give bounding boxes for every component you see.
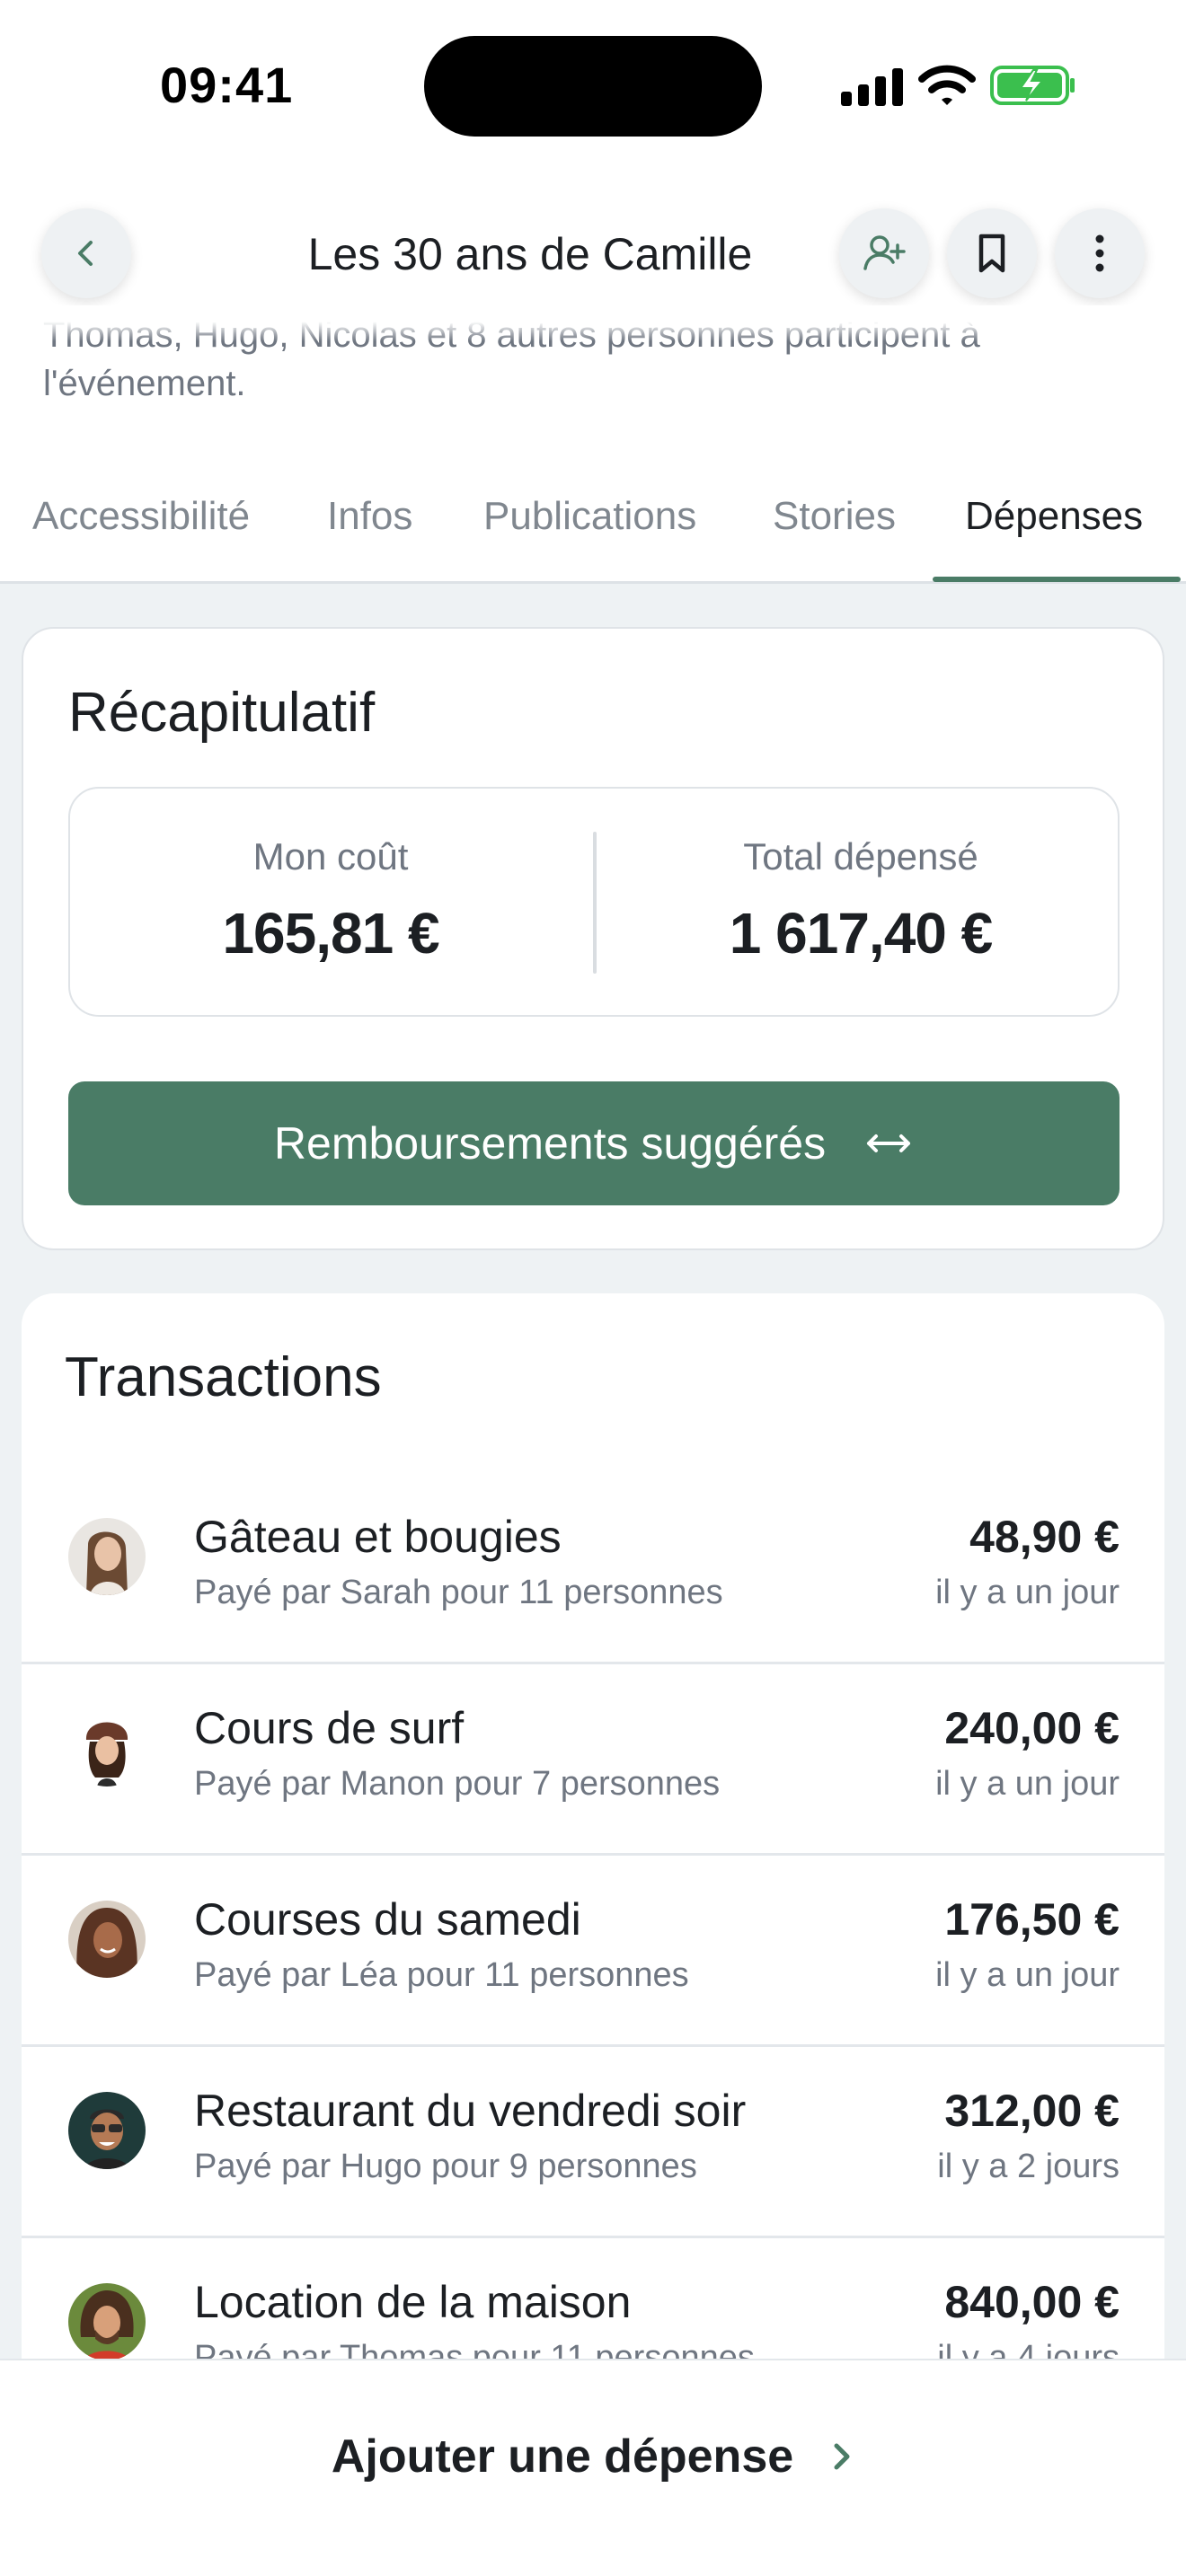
status-bar: 09:41 [0,0,1186,171]
dynamic-island [424,36,762,137]
transactions-title: Transactions [65,1346,382,1408]
transaction-payer: Payé par Hugo pour 9 personnes [194,2148,697,2185]
tab-publications[interactable]: Publications [483,494,696,539]
back-button[interactable] [41,208,131,298]
chevron-left-icon [78,241,93,266]
transaction-payer: Payé par Sarah pour 11 personnes [194,1574,723,1611]
summary-title: Récapitulatif [68,682,376,744]
transactions-list: Gâteau et bougies Payé par Sarah pour 11… [22,1473,1164,2430]
transaction-time: il y a un jour [935,1956,1120,1994]
active-tab-indicator [933,577,1181,582]
transaction-payer: Payé par Manon pour 7 personnes [194,1765,721,1803]
tab-accessibility[interactable]: Accessibilité [32,494,250,539]
transaction-payer: Payé par Léa pour 11 personnes [194,1956,689,1994]
total-spent-value: 1 617,40 € [729,901,994,966]
chevron-right-icon [834,2443,850,2470]
total-spent-stat: Total dépensé 1 617,40 € [618,835,1103,966]
add-participant-button[interactable] [839,208,929,298]
summary-card: Récapitulatif Mon coût 165,81 € Total dé… [22,627,1164,1250]
arrow-left-right-icon [867,1134,911,1152]
reimburse-label: Remboursements suggérés [273,1118,827,1169]
avatar [68,2092,146,2169]
avatar [68,1709,146,1786]
avatar [68,1901,146,1978]
bottom-action-bar: Ajouter une dépense [0,2359,1186,2576]
total-spent-label: Total dépensé [743,835,978,878]
transaction-name: Courses du samedi [194,1894,581,1945]
transaction-row[interactable]: Gâteau et bougies Payé par Sarah pour 11… [22,1473,1164,1664]
transaction-row[interactable]: Cours de surf Payé par Manon pour 7 pers… [22,1664,1164,1856]
add-expense-button[interactable]: Ajouter une dépense [323,2416,863,2497]
bookmark-button[interactable] [947,208,1037,298]
transaction-time: il y a un jour [935,1574,1120,1611]
tab-expenses[interactable]: Dépenses [965,494,1143,539]
battery-charging-icon [990,66,1075,105]
transaction-time: il y a un jour [935,1765,1120,1803]
transaction-time: il y a 2 jours [937,2148,1120,2185]
transaction-row[interactable]: Restaurant du vendredi soir Payé par Hug… [22,2047,1164,2238]
cellular-signal-icon [841,66,904,106]
transaction-amount: 312,00 € [944,2086,1120,2136]
more-vertical-icon [1095,234,1104,272]
user-plus-icon [863,235,906,270]
event-tabs: Accessibilité Infos Publications Stories… [0,476,1186,584]
transaction-name: Location de la maison [194,2277,632,2327]
transaction-name: Gâteau et bougies [194,1512,562,1562]
transaction-name: Restaurant du vendredi soir [194,2086,747,2136]
tab-stories[interactable]: Stories [773,494,896,539]
transaction-name: Cours de surf [194,1703,465,1753]
tab-info[interactable]: Infos [327,494,412,539]
transaction-amount: 176,50 € [944,1894,1120,1945]
transaction-amount: 840,00 € [944,2277,1120,2327]
add-expense-label: Ajouter une dépense [331,2430,794,2483]
more-options-button[interactable] [1055,208,1145,298]
transaction-row[interactable]: Courses du samedi Payé par Léa pour 11 p… [22,1856,1164,2047]
bookmark-icon [978,234,1005,273]
transaction-amount: 240,00 € [944,1703,1120,1753]
status-time: 09:41 [160,57,294,113]
page-title: Les 30 ans de Camille [307,229,753,279]
avatar [68,2283,146,2360]
my-cost-stat: Mon coût 165,81 € [88,835,573,966]
my-cost-value: 165,81 € [222,901,439,966]
my-cost-label: Mon coût [252,835,409,878]
stats-box: Mon coût 165,81 € Total dépensé 1 617,40… [68,787,1120,1017]
avatar [68,1518,146,1595]
wifi-icon [918,65,976,105]
transaction-amount: 48,90 € [969,1512,1120,1562]
header-fade [0,305,1186,341]
suggested-reimbursements-button[interactable]: Remboursements suggérés [68,1081,1120,1205]
stats-divider [593,832,597,974]
